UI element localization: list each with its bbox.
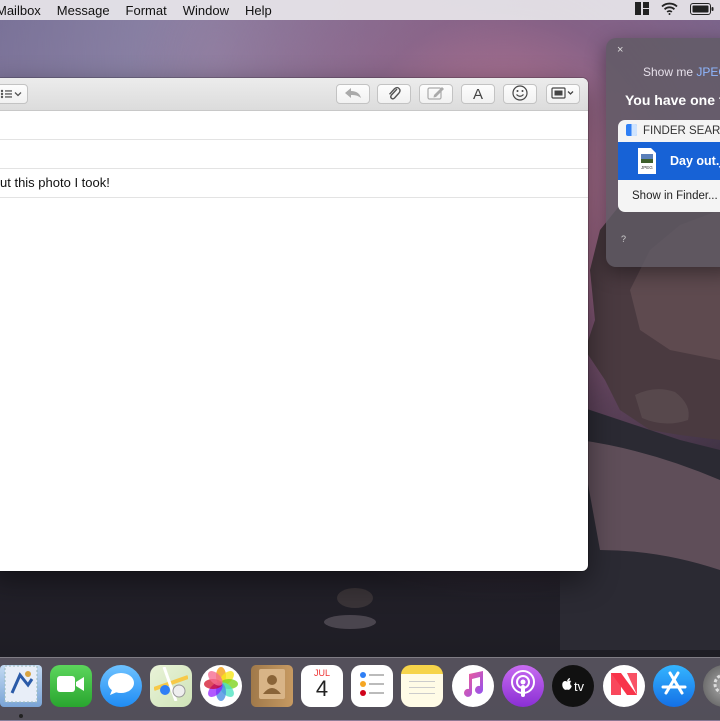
markup-pen-icon (427, 86, 445, 103)
dock-maps-app[interactable] (150, 665, 192, 707)
emoji-button[interactable] (503, 84, 537, 104)
siri-close-button[interactable]: × (617, 44, 623, 56)
dock-notes-app[interactable] (401, 665, 443, 707)
dock-calendar-app[interactable]: JUL 4 (301, 665, 343, 707)
news-icon (609, 671, 639, 702)
finder-search-card: FINDER SEARC JPEG Day out.j Show in Find… (618, 120, 720, 212)
file-type-label: JPEG (641, 165, 653, 170)
subject-field-row[interactable]: ut this photo I took! (0, 169, 588, 198)
siri-query-prefix: Show me (643, 65, 697, 79)
dock-mail-app[interactable] (0, 665, 42, 707)
list-icon (0, 87, 22, 102)
dock-tv-app[interactable]: tv (552, 665, 594, 707)
cc-field-row[interactable] (0, 140, 588, 169)
file-name: Day out.j (670, 154, 720, 168)
video-camera-icon (57, 675, 85, 698)
display-layout-icon[interactable] (635, 2, 649, 18)
siri-answer: You have one fi (625, 92, 720, 108)
paperclip-icon (387, 85, 401, 104)
reply-button[interactable] (336, 84, 370, 104)
font-format-label: A (472, 85, 483, 103)
dock-messages-app[interactable] (100, 665, 142, 707)
menu-window[interactable]: Window (175, 3, 237, 18)
dock-photos-app[interactable] (200, 665, 242, 707)
markup-button[interactable] (419, 84, 453, 104)
checklist-icon (358, 669, 386, 704)
gear-icon (710, 670, 720, 703)
finder-icon (626, 123, 637, 139)
siri-query: Show me JPEG (643, 65, 720, 79)
dock-contacts-app[interactable] (251, 665, 293, 707)
font-format-button[interactable]: A (461, 84, 495, 104)
dock-reminders-app[interactable] (351, 665, 393, 707)
wifi-icon[interactable] (661, 2, 678, 18)
reply-arrow-icon (344, 87, 362, 102)
siri-query-highlight: JPEG (696, 65, 720, 79)
menu-help[interactable]: Help (237, 3, 280, 18)
speech-bubble-icon (107, 672, 135, 701)
dock-app-store-app[interactable] (653, 665, 695, 707)
message-body[interactable] (0, 200, 588, 571)
header-fields-button[interactable] (0, 84, 28, 104)
dock-podcasts-app[interactable] (502, 665, 544, 707)
siri-help-button[interactable]: ? (621, 234, 626, 244)
menu-message[interactable]: Message (49, 3, 118, 18)
calendar-day: 4 (315, 676, 329, 701)
jpeg-file-icon: JPEG (638, 148, 656, 174)
mail-stamp-icon (4, 665, 38, 708)
wallpaper-rocks (324, 588, 376, 629)
show-in-finder-button[interactable]: Show in Finder... (618, 180, 720, 212)
tv-label: tv (573, 678, 585, 694)
app-store-icon (660, 671, 688, 702)
menu-mailbox[interactable]: Mailbox (0, 3, 49, 18)
mail-compose-window: A ut this photo I took! (0, 78, 588, 571)
finder-card-header: FINDER SEARC (618, 120, 720, 142)
photo-browser-button[interactable] (546, 84, 580, 104)
file-result-item[interactable]: JPEG Day out.j (618, 142, 720, 180)
smiley-icon (512, 84, 528, 104)
mail-running-indicator (19, 714, 23, 718)
photo-browser-icon (551, 86, 575, 102)
finder-card-title: FINDER SEARC (643, 125, 720, 137)
menu-format[interactable]: Format (118, 3, 175, 18)
to-field-row[interactable] (0, 111, 588, 140)
contact-person-icon (257, 668, 287, 705)
battery-icon[interactable] (690, 2, 714, 18)
show-in-finder-label: Show in Finder... (632, 190, 718, 202)
compose-toolbar: A (0, 78, 588, 111)
menu-bar: Mailbox Message Format Window Help (0, 0, 720, 20)
photos-flower-icon (203, 666, 239, 707)
dock-music-app[interactable] (452, 665, 494, 707)
subject-text: ut this photo I took! (0, 175, 110, 190)
map-icon (153, 666, 189, 706)
music-note-icon (460, 670, 486, 703)
dock-facetime-app[interactable] (50, 665, 92, 707)
attach-button[interactable] (377, 84, 411, 104)
dock-news-app[interactable] (603, 665, 645, 707)
notes-lines-icon (407, 669, 437, 704)
podcast-icon (509, 669, 537, 704)
siri-panel: × Show me JPEG You have one fi FINDER SE… (606, 38, 720, 267)
apple-logo-icon (562, 677, 572, 695)
